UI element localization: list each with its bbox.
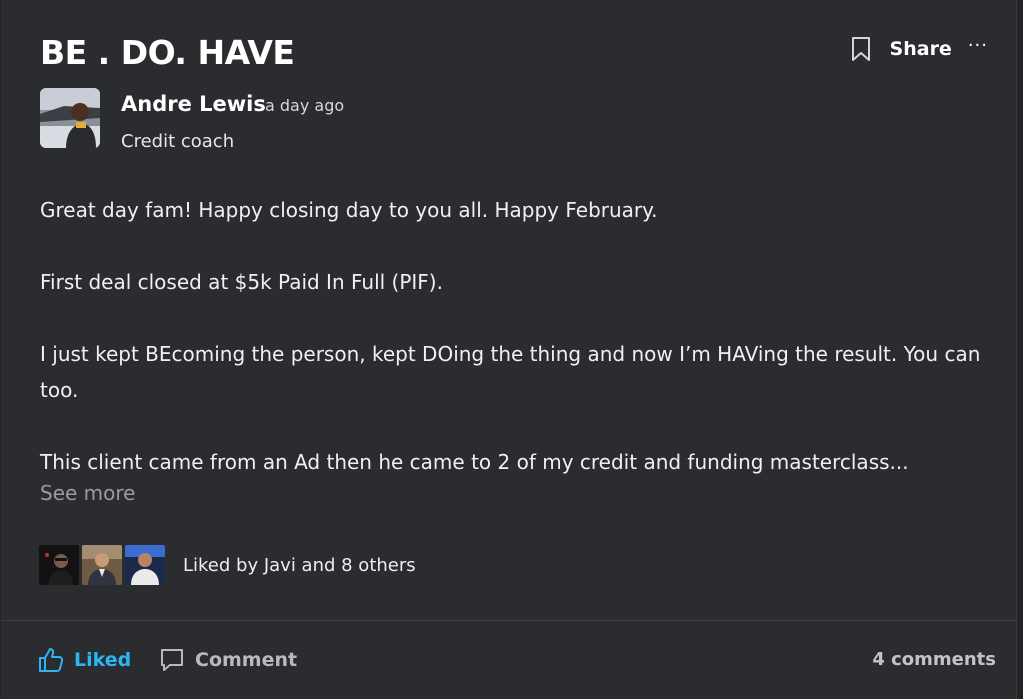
liker-avatar [39,545,79,585]
post-body: Great day fam! Happy closing day to you … [40,192,990,480]
post-paragraph: First deal closed at $5k Paid In Full (P… [40,270,443,294]
actions-divider [1,620,1017,621]
liker-avatar [125,545,165,585]
liked-by-text[interactable]: Liked by Javi and 8 others [183,555,416,576]
post-timestamp[interactable]: a day ago [265,96,344,115]
bookmark-button[interactable] [850,35,872,63]
liker-avatars[interactable] [39,545,168,585]
see-more-link[interactable]: See more [40,481,135,505]
comment-button[interactable]: Comment [159,647,297,673]
comment-icon [159,647,185,673]
comment-count[interactable]: 4 comments [872,649,996,670]
liker-avatar [82,545,122,585]
author-role: Credit coach [121,131,235,152]
share-button[interactable]: Share [890,38,952,60]
comment-label: Comment [195,649,298,671]
post-header-actions: Share ··· [850,34,988,64]
like-label: Liked [74,649,132,671]
like-button[interactable]: Liked [38,647,131,673]
post-title: BE . DO. HAVE [40,33,295,72]
bookmark-icon [851,37,870,61]
post-paragraph: This client came from an Ad then he came… [40,450,909,474]
post-paragraph: I just kept BEcoming the person, kept DO… [40,342,981,402]
post-paragraph: Great day fam! Happy closing day to you … [40,198,658,222]
author-name[interactable]: Andre Lewis [121,92,266,116]
author-avatar[interactable] [40,88,100,148]
thumbs-up-icon [38,647,64,673]
post-card: BE . DO. HAVE Share ··· Andre Lewis a da… [1,0,1017,699]
more-icon[interactable]: ··· [968,35,988,56]
